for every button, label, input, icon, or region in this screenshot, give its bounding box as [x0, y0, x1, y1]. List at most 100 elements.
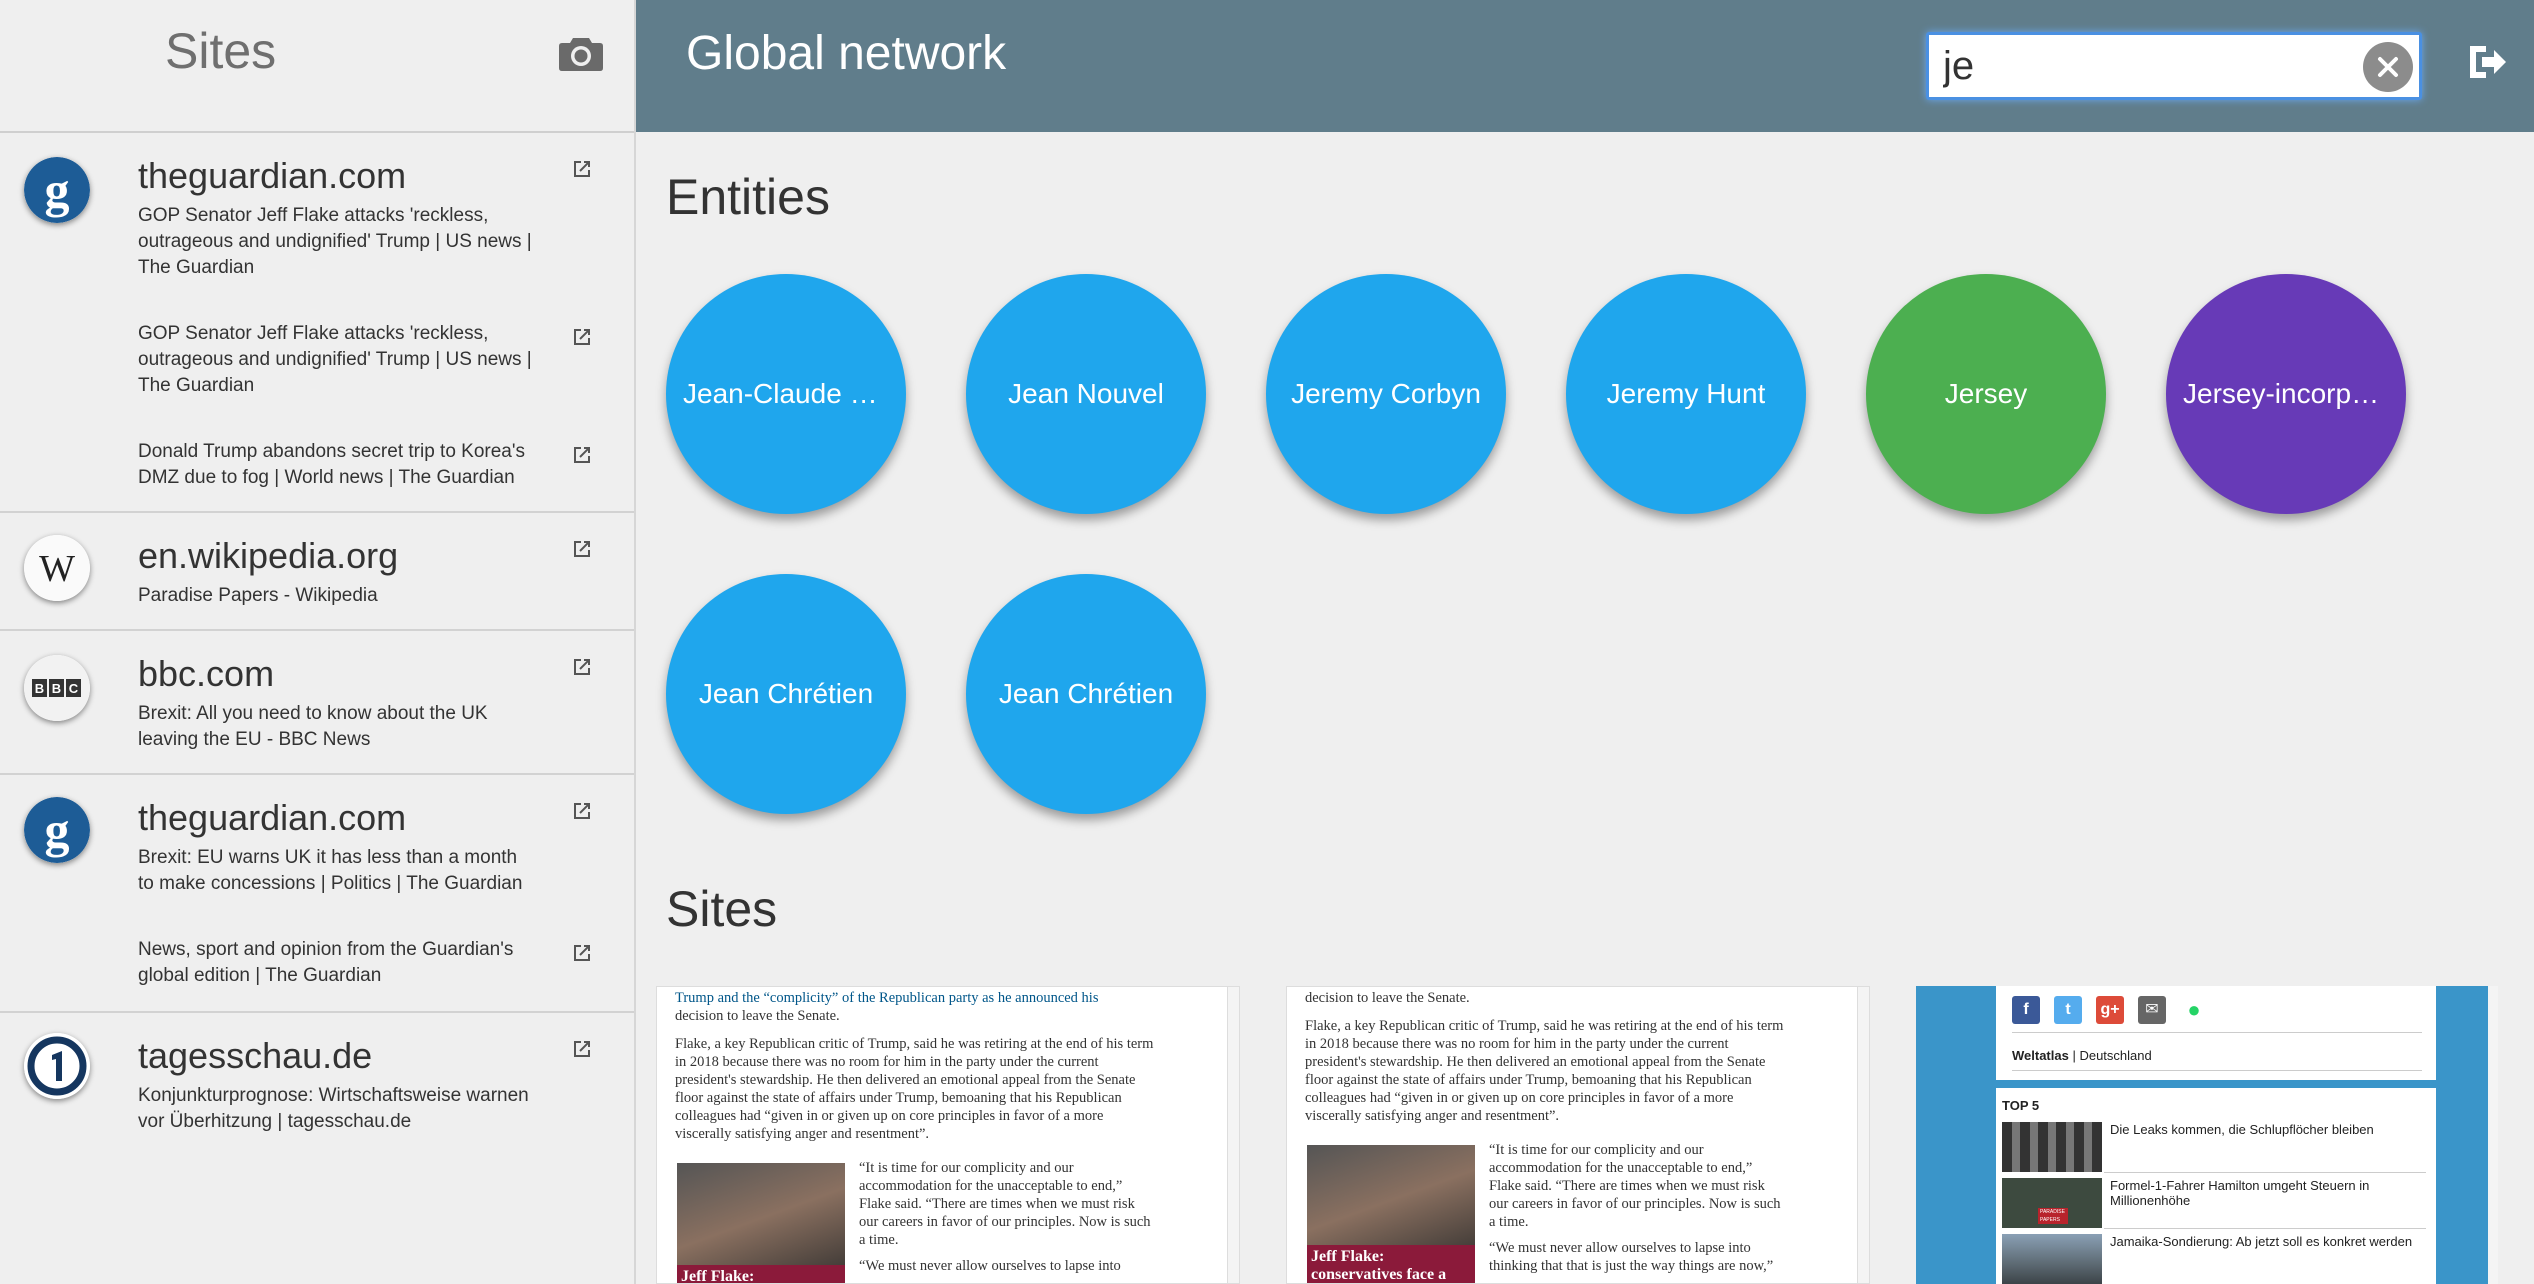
news-image — [2002, 1122, 2102, 1172]
article-line: president's stewardship. He then deliver… — [675, 1072, 1136, 1088]
app-title: Global network — [686, 27, 1007, 80]
entity-bubble[interactable]: Jean-Claude Juncker — [666, 274, 906, 514]
article-line: “We must never allow ourselves to lapse … — [859, 1258, 1121, 1274]
article-text: Trump and the “complicity” of the Republ… — [675, 989, 1195, 1143]
site-group-theguardian-2: g theguardian.com Brexit: EU warns UK it… — [0, 775, 634, 1013]
site-page-title[interactable]: Brexit: EU warns UK it has less than a m… — [138, 845, 538, 897]
open-external-icon[interactable] — [570, 799, 594, 823]
open-external-icon[interactable] — [570, 537, 594, 561]
site-domain[interactable]: bbc.com — [138, 653, 274, 695]
entity-bubble[interactable]: Jean Nouvel — [966, 274, 1206, 514]
site-domain[interactable]: theguardian.com — [138, 155, 406, 197]
entity-label: Jeremy Corbyn — [1291, 378, 1481, 409]
site-domain[interactable]: tagesschau.de — [138, 1035, 372, 1077]
article-line: in 2018 because there was no room for hi… — [1305, 1036, 1729, 1052]
logout-icon[interactable] — [2464, 40, 2508, 84]
thumbnail-page: f t g+ ✉ ● Weltatlas | Deutschland TOP 5… — [1996, 986, 2436, 1284]
news-image: PARADISE PAPERS — [2002, 1178, 2102, 1228]
article-line: floor against the state of affairs under… — [675, 1090, 1122, 1106]
entity-bubble[interactable]: Jersey — [1866, 274, 2106, 514]
article-quote: “It is time for our complicity and our a… — [1489, 1141, 1809, 1275]
entity-label: Jean Chrétien — [698, 678, 874, 709]
photo-caption: Jeff Flake: — [677, 1265, 845, 1283]
camera-icon[interactable] — [558, 34, 604, 72]
thumbnail-scrollbar[interactable] — [1857, 987, 1869, 1283]
site-thumbnail[interactable]: decision to leave the Senate. Flake, a k… — [1286, 986, 1870, 1284]
site-page-title[interactable]: Konjunkturprognose: Wirtschaftsweise war… — [138, 1083, 538, 1135]
thumbnail-scrollbar[interactable] — [2488, 986, 2498, 1284]
entities-heading: Entities — [666, 169, 830, 225]
site-page-title[interactable]: News, sport and opinion from the Guardia… — [138, 937, 538, 989]
news-item[interactable]: Jamaika-Sondierung: Ab jetzt soll es kon… — [2002, 1232, 2426, 1284]
news-item[interactable]: PARADISE PAPERS Formel-1-Fahrer Hamilton… — [2002, 1176, 2426, 1228]
search-box — [1926, 32, 2422, 100]
site-page-title[interactable]: GOP Senator Jeff Flake attacks 'reckless… — [138, 321, 538, 399]
site-page-title[interactable]: Brexit: All you need to know about the U… — [138, 701, 538, 753]
entity-label: Jeremy Hunt — [1606, 378, 1766, 409]
whatsapp-icon: ● — [2180, 996, 2208, 1024]
article-line: Flake said. “There are times when we mus… — [859, 1196, 1135, 1212]
entity-bubble[interactable]: Jeremy Corbyn — [1266, 274, 1506, 514]
svg-text:g: g — [45, 802, 70, 858]
entity-bubble[interactable]: Jersey-incorporated — [2166, 274, 2406, 514]
site-group-bbc: BBC bbc.com Brexit: All you need to know… — [0, 631, 634, 775]
open-external-icon[interactable] — [570, 443, 594, 467]
bbc-logo: BBC — [24, 655, 90, 721]
entity-bubble[interactable]: Jean Chrétien — [966, 574, 1206, 814]
guardian-logo: g — [24, 157, 90, 223]
news-title: Formel-1-Fahrer Hamilton umgeht Steuern … — [2110, 1178, 2370, 1208]
article-line: accommodation for the unacceptable to en… — [1489, 1160, 1753, 1176]
article-line: Flake said. “There are times when we mus… — [1489, 1178, 1765, 1194]
clear-search-button[interactable] — [2363, 42, 2413, 92]
country-label: Deutschland — [2079, 1048, 2152, 1063]
article-text: decision to leave the Senate. Flake, a k… — [1305, 989, 1825, 1125]
tagesschau-logo — [24, 1033, 90, 1099]
facebook-icon: f — [2012, 996, 2040, 1024]
site-thumbnail[interactable]: f t g+ ✉ ● Weltatlas | Deutschland TOP 5… — [1916, 986, 2498, 1284]
news-image — [2002, 1234, 2102, 1284]
news-title: Jamaika-Sondierung: Ab jetzt soll es kon… — [2110, 1234, 2413, 1249]
site-page-title[interactable]: Paradise Papers - Wikipedia — [138, 583, 538, 609]
article-line: decision to leave the Senate. — [1305, 990, 1470, 1006]
open-external-icon[interactable] — [570, 1037, 594, 1061]
top5-heading: TOP 5 — [2002, 1098, 2040, 1113]
open-external-icon[interactable] — [570, 157, 594, 181]
site-domain[interactable]: theguardian.com — [138, 797, 406, 839]
article-line: accommodation for the unacceptable to en… — [859, 1178, 1123, 1194]
guardian-logo: g — [24, 797, 90, 863]
site-domain[interactable]: en.wikipedia.org — [138, 535, 398, 577]
close-icon — [2378, 57, 2398, 77]
thumbnail-scrollbar[interactable] — [1227, 987, 1239, 1283]
open-external-icon[interactable] — [570, 941, 594, 965]
weltatlas-label: Weltatlas — [2012, 1048, 2069, 1063]
sidebar-title: Sites — [165, 23, 277, 79]
article-line: “It is time for our complicity and our — [1489, 1142, 1704, 1158]
entity-bubble[interactable]: Jean Chrétien — [666, 574, 906, 814]
entity-bubble[interactable]: Jeremy Hunt — [1566, 274, 1806, 514]
article-line: viscerally satisfying anger and resentme… — [1305, 1108, 1560, 1124]
site-thumbnail[interactable]: Trump and the “complicity” of the Republ… — [656, 986, 1240, 1284]
photo-caption: Jeff Flake: conservatives face a — [1307, 1245, 1475, 1283]
article-line: thinking that that is just the way thing… — [1489, 1258, 1774, 1274]
site-page-title[interactable]: Donald Trump abandons secret trip to Kor… — [138, 439, 538, 491]
news-title: Die Leaks kommen, die Schlupflöcher blei… — [2110, 1122, 2374, 1137]
site-page-title[interactable]: GOP Senator Jeff Flake attacks 'reckless… — [138, 203, 538, 281]
googleplus-icon: g+ — [2096, 996, 2124, 1024]
open-external-icon[interactable] — [570, 655, 594, 679]
entity-label: Jersey — [1944, 378, 2028, 409]
sidebar-header: Sites — [0, 0, 634, 133]
article-line: viscerally satisfying anger and resentme… — [675, 1126, 930, 1142]
search-input[interactable] — [1943, 41, 2343, 91]
entity-label: Jean-Claude Juncker — [683, 378, 889, 409]
open-external-icon[interactable] — [570, 325, 594, 349]
article-line: colleagues had “given in or given up on … — [675, 1108, 1104, 1124]
svg-text:W: W — [39, 548, 75, 590]
twitter-icon: t — [2054, 996, 2082, 1024]
article-line: our careers in favor of our principles. … — [1489, 1196, 1781, 1212]
mail-icon: ✉ — [2138, 996, 2166, 1024]
article-line: colleagues had “given in or given up on … — [1305, 1090, 1734, 1106]
paradise-papers-label: PARADISE PAPERS — [2038, 1208, 2068, 1224]
news-item[interactable]: Die Leaks kommen, die Schlupflöcher blei… — [2002, 1120, 2426, 1172]
article-line: Trump and the “complicity” of the Republ… — [675, 990, 1099, 1006]
article-line: a time. — [1489, 1214, 1529, 1230]
